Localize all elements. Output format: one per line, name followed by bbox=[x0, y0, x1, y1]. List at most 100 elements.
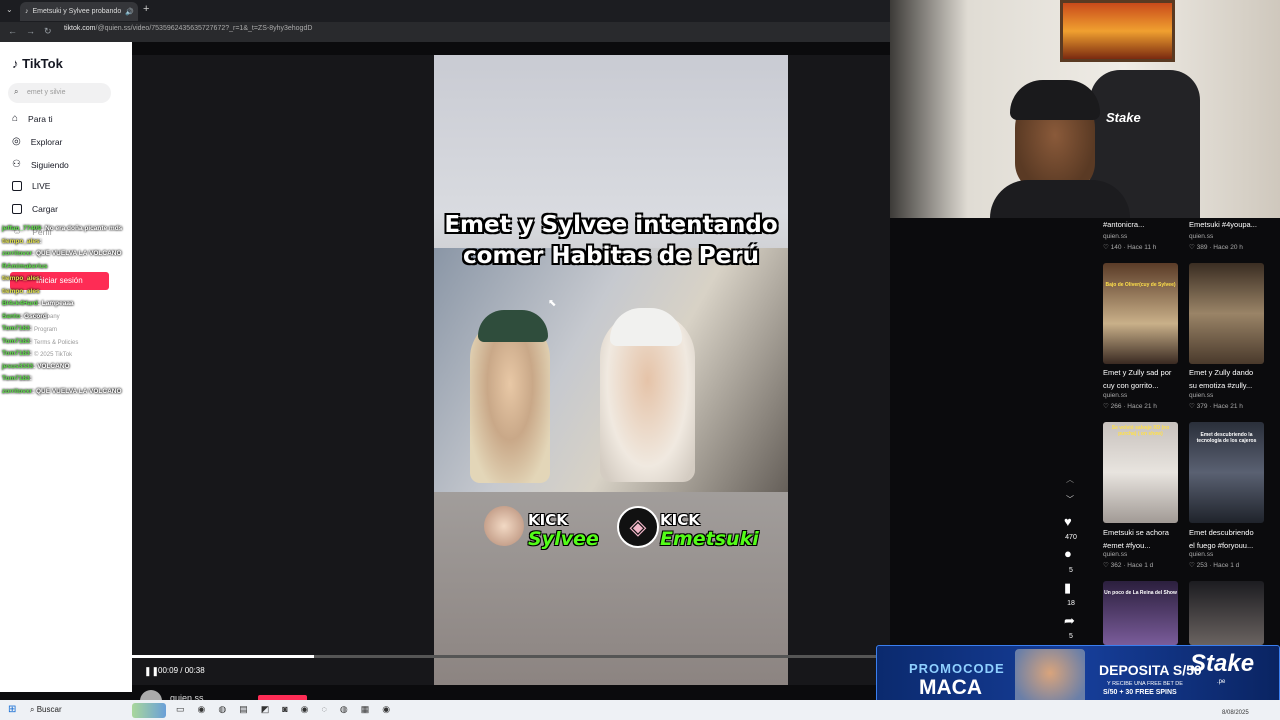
nav-label: Para ti bbox=[28, 113, 53, 124]
nav-label: Cargar bbox=[32, 204, 58, 214]
new-tab-icon[interactable]: + bbox=[143, 3, 149, 15]
search-icon: ⌕ bbox=[14, 87, 19, 96]
thumb-text: Se volvió salvaje XD (no purcha) ( on sh… bbox=[1111, 425, 1170, 437]
video-caption[interactable]: Emetsuki #4youpa... bbox=[1189, 219, 1257, 232]
chat-line: jesus3333: VOLCANO bbox=[2, 363, 70, 370]
nav-upload[interactable]: Cargar bbox=[12, 204, 58, 214]
video-caption[interactable]: Emet y Zully sad por cuy con gorrito... bbox=[1103, 367, 1171, 392]
streamer-shirt bbox=[990, 180, 1130, 218]
chat-msg: : Lampeaaa bbox=[37, 300, 74, 307]
person-left bbox=[470, 318, 550, 483]
widget-icon[interactable] bbox=[132, 703, 166, 718]
sylvee-avatar bbox=[484, 506, 524, 546]
speaker-icon[interactable]: 🔊 bbox=[125, 8, 134, 16]
nav-label: Siguiendo bbox=[30, 159, 69, 170]
comment-icon[interactable]: ● bbox=[1064, 546, 1072, 561]
tiktok-logo[interactable]: ♪ TikTok bbox=[12, 56, 63, 71]
stat-text: 140 · Hace 11 h bbox=[1110, 244, 1157, 251]
heart-icon: ♡ bbox=[1189, 562, 1197, 569]
taskbar-apps[interactable]: ▭◉◍▤◩◙◉◌◍▦◉ bbox=[176, 704, 403, 715]
browser-tab[interactable]: ♪ Emetsuki y Sylvee probando 🔊 ✕ bbox=[20, 2, 138, 21]
forward-icon[interactable]: → bbox=[26, 26, 35, 36]
chat-msg: : bbox=[39, 238, 42, 245]
video-thumbnail[interactable]: Se volvió salvaje XD (no purcha) ( on sh… bbox=[1103, 422, 1178, 523]
share-count: 5 bbox=[1069, 633, 1073, 640]
video-thumbnail[interactable]: Emet descubriendo la tecnología de los c… bbox=[1189, 422, 1264, 523]
video-caption[interactable]: #antonicra... bbox=[1103, 219, 1144, 232]
chat-line: Bl4ck4Hard: Lampeaaa bbox=[2, 300, 74, 307]
heart-icon: ♡ bbox=[1103, 244, 1111, 251]
windows-start-icon[interactable]: ⊞ bbox=[8, 704, 16, 715]
thumb-text: Emet descubriendo la tecnología de los c… bbox=[1196, 432, 1257, 444]
promo-sub1: Y RECIBE UNA FREE BET DE bbox=[1107, 681, 1183, 687]
fox-mask-icon: ◈ bbox=[617, 506, 659, 548]
chat-msg: : No era doña picante mds bbox=[41, 225, 123, 232]
chat-msg: : QUE VUELVA LA VOLCANO bbox=[31, 250, 122, 257]
nav-for-you[interactable]: ⌂ Para ti bbox=[12, 113, 53, 124]
caption-line: cuy con gorrito... bbox=[1103, 380, 1159, 390]
save-count: 18 bbox=[1067, 600, 1075, 607]
pause-icon[interactable]: ❚❚ bbox=[144, 666, 159, 677]
address-bar: ← → ↻ tiktok.com/@quien.ss/video/7535962… bbox=[0, 22, 890, 42]
video-author[interactable]: quien.ss bbox=[1189, 233, 1213, 240]
chat-user: tiempo_ales bbox=[2, 238, 40, 245]
thumb-text: Un poco de La Reina del Show bbox=[1104, 590, 1177, 596]
nav-following[interactable]: ⚇ Siguiendo bbox=[12, 159, 69, 170]
taskbar-search[interactable]: ⌕ Buscar bbox=[30, 705, 62, 715]
stat-text: 253 · Hace 1 d bbox=[1196, 562, 1240, 569]
tab-menu-icon[interactable]: ⌄ bbox=[6, 5, 13, 14]
time-display: 00:09 / 00:38 bbox=[158, 666, 205, 675]
video-stats: ♡ 389 · Hace 20 h bbox=[1189, 243, 1243, 251]
video-stats: ♡ 140 · Hace 11 h bbox=[1103, 243, 1156, 251]
nav-label: Explorar bbox=[30, 136, 63, 147]
video-thumbnail[interactable] bbox=[1189, 263, 1264, 364]
url-field[interactable]: tiktok.com/@quien.ss/video/7535962435635… bbox=[64, 25, 312, 32]
video-author[interactable]: quien.ss bbox=[1103, 233, 1127, 240]
search-input[interactable]: ⌕ emet y silvie bbox=[8, 83, 111, 103]
video-thumbnail[interactable] bbox=[1189, 581, 1264, 645]
chat-user: Bl4ck4Hard bbox=[2, 300, 38, 307]
scroll-up-icon[interactable]: ︿ bbox=[1066, 474, 1074, 485]
nav-live[interactable]: LIVE bbox=[12, 181, 50, 191]
video-caption[interactable]: Emet y Zully dando su emotiza #zully... bbox=[1189, 367, 1253, 392]
video-thumbnail[interactable]: Bajo de Oliver(cuy de Sylvee) bbox=[1103, 263, 1178, 364]
video-author[interactable]: quien.ss bbox=[1189, 392, 1213, 399]
user-icon: ⚇ bbox=[12, 159, 21, 170]
chat-user: Tom7183 bbox=[2, 338, 30, 345]
browser-tab-bar: ⌄ ♪ Emetsuki y Sylvee probando 🔊 ✕ + bbox=[0, 0, 890, 22]
chat-user: Tom7183 bbox=[2, 325, 30, 332]
caption-line: comer Habitas de Perú bbox=[463, 243, 759, 269]
logo-text: TikTok bbox=[22, 56, 63, 71]
nav-label: LIVE bbox=[32, 181, 51, 191]
promo-code: MACA bbox=[919, 676, 982, 699]
chat-user: zorritovxr bbox=[2, 388, 32, 395]
video-caption[interactable]: Emet descubriendo el fuego #foryouu... bbox=[1189, 527, 1254, 552]
caption-line: su emotiza #zully... bbox=[1189, 380, 1253, 390]
chat-msg: : bbox=[29, 350, 32, 357]
video-author[interactable]: quien.ss bbox=[1189, 551, 1213, 558]
nav-explore[interactable]: ◎ Explorar bbox=[12, 136, 62, 147]
webcam-feed: Stake bbox=[890, 0, 1280, 218]
video-thumbnail[interactable]: Un poco de La Reina del Show bbox=[1103, 581, 1178, 645]
video-author[interactable]: quien.ss bbox=[1103, 551, 1127, 558]
share-icon[interactable]: ➦ bbox=[1064, 613, 1075, 629]
like-icon[interactable]: ♥ bbox=[1064, 514, 1072, 529]
video-author[interactable]: quien.ss bbox=[1103, 392, 1127, 399]
chat-line: Tom7183: bbox=[2, 325, 32, 332]
chat-msg: : bbox=[39, 275, 42, 282]
video-caption[interactable]: Emetsuki se achora #emet #fyou... bbox=[1103, 527, 1169, 552]
bookmark-icon[interactable]: ▮ bbox=[1064, 580, 1071, 596]
tab-title: Emetsuki y Sylvee probando bbox=[32, 8, 122, 15]
chat-line: Santo: Gscord bbox=[2, 313, 47, 320]
caption-line: Emet descubriendo bbox=[1189, 528, 1254, 537]
back-icon[interactable]: ← bbox=[8, 26, 17, 36]
reload-icon[interactable]: ↻ bbox=[44, 26, 52, 37]
streamer-name: Emetsuki bbox=[660, 528, 759, 550]
taskbar-search-label: Buscar bbox=[36, 705, 62, 714]
footer-link[interactable]: Terms & Policies bbox=[34, 340, 78, 346]
taskbar-date: 8/08/2025 bbox=[1222, 710, 1249, 716]
stake-logo: Stake bbox=[1190, 650, 1255, 677]
upload-icon bbox=[12, 204, 22, 214]
scroll-down-icon[interactable]: ﹀ bbox=[1066, 494, 1074, 505]
footer-link[interactable]: Program bbox=[34, 327, 57, 333]
